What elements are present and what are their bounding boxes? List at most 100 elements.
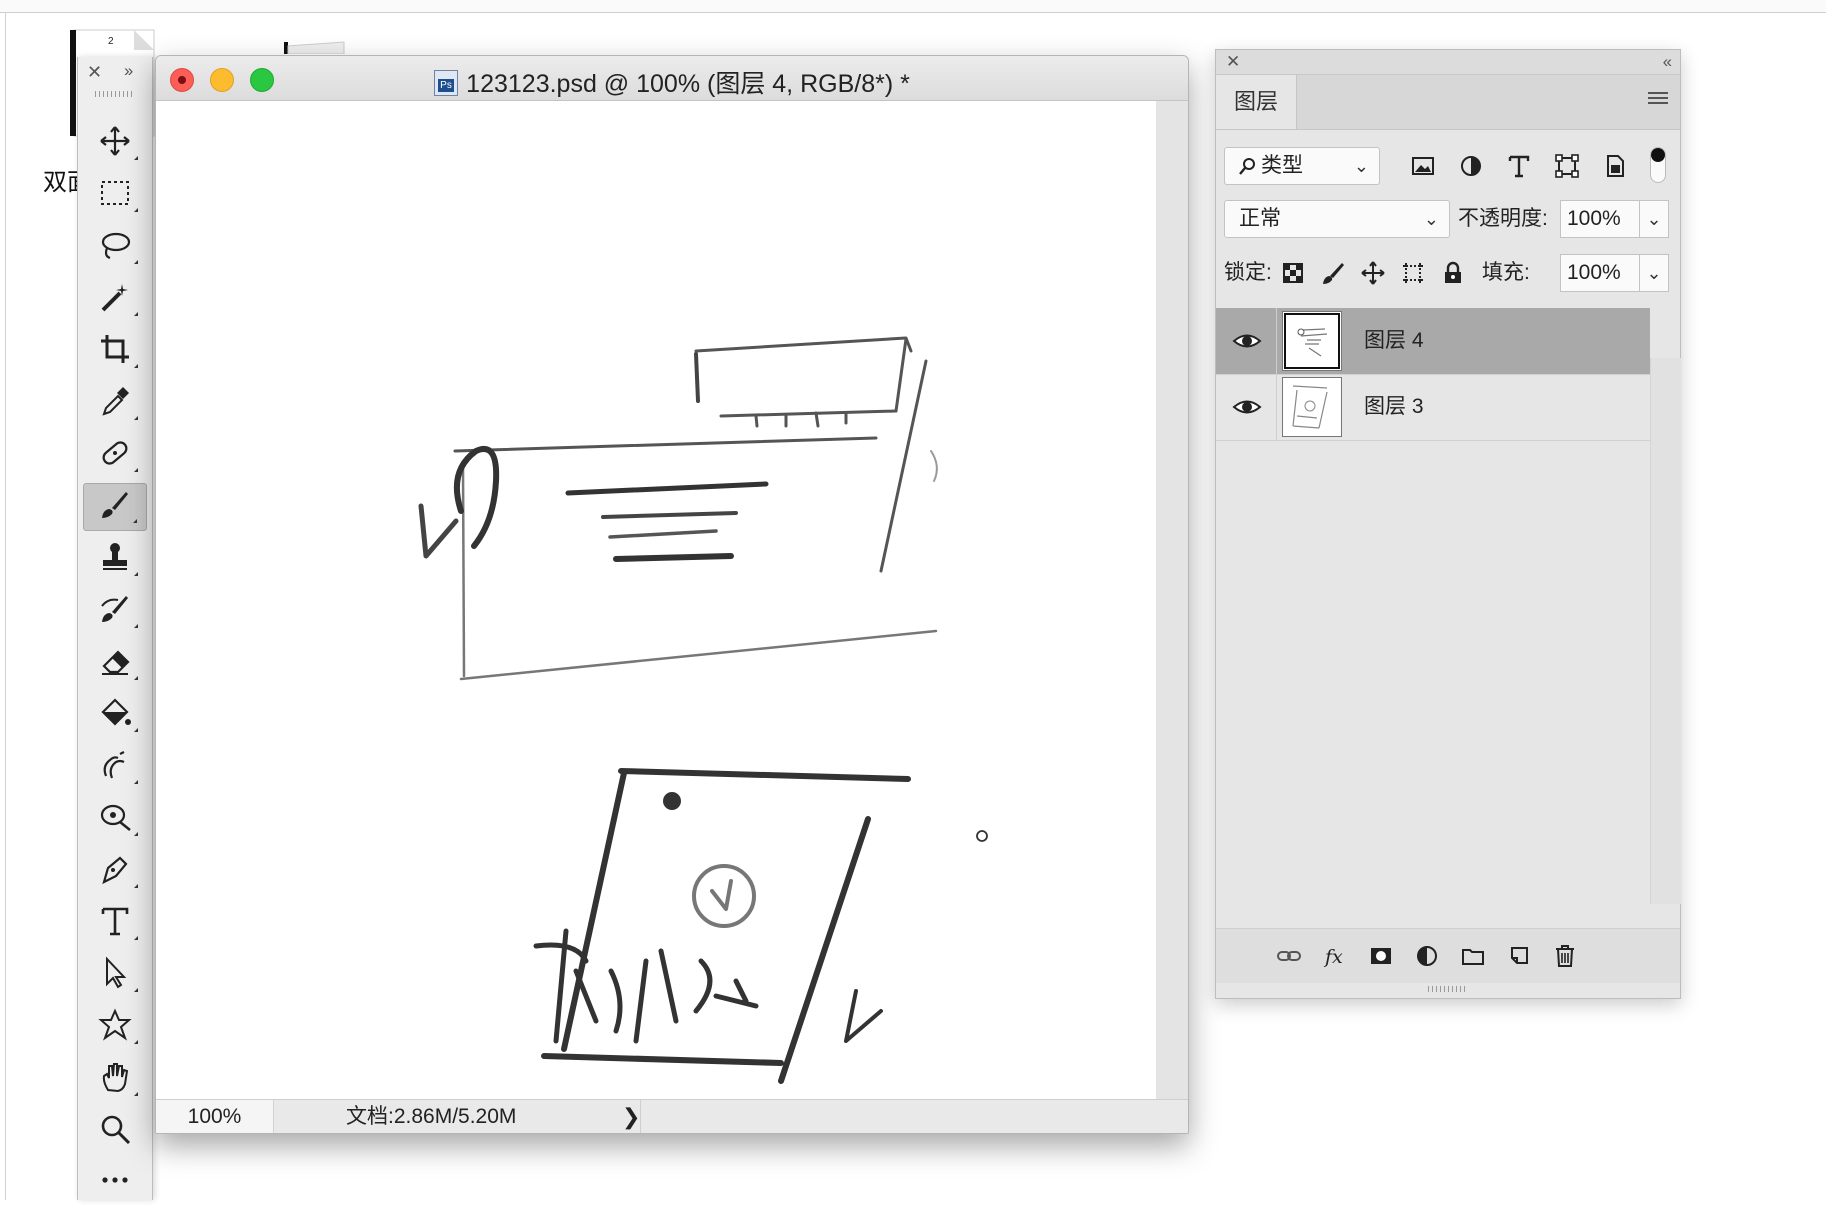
lasso-tool[interactable]: [83, 223, 147, 271]
link-layers-icon[interactable]: [1274, 941, 1304, 971]
shape-tool[interactable]: [83, 1003, 147, 1051]
layer-name[interactable]: 图层 3: [1364, 374, 1424, 440]
hand-tool[interactable]: [83, 1055, 147, 1103]
layer-row-4[interactable]: 图层 4: [1216, 308, 1650, 375]
custom-shape-icon: [98, 1008, 132, 1047]
layer-divider: [1276, 374, 1277, 440]
hand-icon: [98, 1060, 132, 1099]
layer-style-fx-icon[interactable]: fx: [1320, 941, 1350, 971]
panel-resize-grip[interactable]: [1428, 986, 1468, 992]
canvas[interactable]: [156, 101, 1156, 1099]
arrow-icon: [98, 955, 132, 995]
eraser-icon: [98, 644, 132, 683]
desktop-file-icon-2[interactable]: [284, 40, 384, 55]
layer-thumbnail[interactable]: [1282, 377, 1342, 437]
filter-type-dropdown[interactable]: 类型 ⌄: [1224, 147, 1380, 185]
chevron-down-icon: ⌄: [1423, 209, 1439, 229]
dodge-tool[interactable]: [83, 795, 147, 843]
new-group-folder-icon[interactable]: [1458, 941, 1488, 971]
layer-divider: [1276, 308, 1277, 374]
left-edge: [5, 12, 6, 1200]
eyedropper-tool[interactable]: [83, 379, 147, 427]
dodge-icon: [98, 800, 132, 839]
type-tool[interactable]: [83, 899, 147, 947]
blend-mode-value: 正常: [1239, 207, 1281, 230]
fill-dropdown-button[interactable]: ⌄: [1639, 254, 1669, 292]
brush-tool[interactable]: [83, 483, 147, 531]
crop-tool[interactable]: [83, 327, 147, 375]
tools-grip[interactable]: [95, 91, 135, 97]
magic-wand-tool[interactable]: [83, 275, 147, 323]
visibility-eye-icon[interactable]: [1232, 394, 1262, 420]
layer-name[interactable]: 图层 4: [1364, 308, 1424, 374]
magic-wand-icon: [98, 280, 132, 319]
tools-panel: ✕ ››: [77, 57, 153, 1200]
panel-menu-icon[interactable]: [1648, 92, 1668, 106]
visibility-eye-icon[interactable]: [1232, 328, 1262, 354]
panel-collapse-button[interactable]: ‹‹: [1663, 52, 1672, 72]
svg-text:fx: fx: [1323, 946, 1343, 968]
move-tool[interactable]: [83, 119, 147, 167]
smudge-icon: [98, 748, 132, 787]
blend-mode-dropdown[interactable]: 正常 ⌄: [1224, 200, 1450, 238]
filter-shape-icon[interactable]: [1550, 147, 1584, 185]
zoom-level-field[interactable]: 100%: [156, 1100, 274, 1133]
zoom-icon: [98, 1112, 132, 1151]
document-titlebar[interactable]: 123123.psd @ 100% (图层 4, RGB/8*) *: [156, 56, 1188, 101]
lock-position-icon[interactable]: [1356, 254, 1390, 292]
panel-header[interactable]: ✕ ‹‹: [1216, 50, 1680, 75]
tab-layers[interactable]: 图层: [1216, 75, 1297, 129]
add-mask-icon[interactable]: [1366, 941, 1396, 971]
tools-close-button[interactable]: ✕: [87, 62, 102, 83]
psd-file-icon: [434, 70, 459, 96]
brush-icon: [98, 488, 132, 527]
layer-row-3[interactable]: 图层 3: [1216, 374, 1650, 441]
opacity-input[interactable]: 100%: [1560, 200, 1640, 238]
delete-layer-trash-icon[interactable]: [1550, 941, 1580, 971]
layer-filter-row: 类型 ⌄: [1216, 147, 1680, 185]
stamp-tool[interactable]: [83, 535, 147, 583]
layers-panel-footer: fx: [1216, 928, 1680, 983]
history-brush-tool[interactable]: [83, 587, 147, 635]
smudge-tool[interactable]: [83, 743, 147, 791]
healing-tool[interactable]: [83, 431, 147, 479]
lock-all-icon[interactable]: [1436, 254, 1470, 292]
adjustment-layer-icon[interactable]: [1412, 941, 1442, 971]
chevron-down-icon: ⌄: [1353, 156, 1369, 176]
document-size-info: 文档:2.86M/5.20M: [346, 1105, 517, 1128]
lock-transparent-icon[interactable]: [1276, 254, 1310, 292]
path-select-tool[interactable]: [83, 951, 147, 999]
panel-close-button[interactable]: ✕: [1226, 52, 1240, 72]
history-brush-icon: [98, 592, 132, 631]
lock-artboard-icon[interactable]: [1396, 254, 1430, 292]
filter-adjustment-icon[interactable]: [1454, 147, 1488, 185]
status-bar: 100% 文档:2.86M/5.20M ❯: [156, 1099, 1188, 1133]
document-title: 123123.psd @ 100% (图层 4, RGB/8*) *: [156, 64, 1188, 100]
filter-type-icon[interactable]: [1502, 147, 1536, 185]
zoom-tool[interactable]: [83, 1107, 147, 1155]
tools-expand-button[interactable]: ››: [124, 61, 133, 81]
marquee-tool[interactable]: [83, 171, 147, 219]
filter-toggle-switch[interactable]: [1650, 147, 1666, 183]
pen-tool[interactable]: [83, 847, 147, 895]
document-title-text: 123123.psd @ 100% (图层 4, RGB/8*) *: [466, 70, 910, 98]
fill-label: 填充:: [1482, 261, 1530, 284]
lock-pixels-icon[interactable]: [1316, 254, 1350, 292]
search-icon: [1239, 148, 1257, 184]
layer-thumbnail[interactable]: [1282, 311, 1342, 371]
opacity-dropdown-button[interactable]: ⌄: [1639, 200, 1669, 238]
more-tools[interactable]: [83, 1157, 147, 1205]
layers-scrollbar[interactable]: [1650, 358, 1681, 904]
canvas-vertical-scrollbar[interactable]: [1156, 101, 1188, 1099]
panel-tab-row: 图层: [1216, 75, 1680, 130]
eyedropper-icon: [98, 384, 132, 423]
eraser-tool[interactable]: [83, 639, 147, 687]
ellipsis-icon: [98, 1162, 132, 1201]
paint-bucket-tool[interactable]: [83, 691, 147, 739]
status-menu-arrow-icon[interactable]: ❯: [622, 1100, 640, 1133]
new-layer-icon[interactable]: [1504, 941, 1534, 971]
fill-input[interactable]: 100%: [1560, 254, 1640, 292]
filter-pixel-icon[interactable]: [1406, 147, 1440, 185]
filter-type-label: 类型: [1261, 154, 1303, 177]
filter-smart-object-icon[interactable]: [1598, 147, 1632, 185]
